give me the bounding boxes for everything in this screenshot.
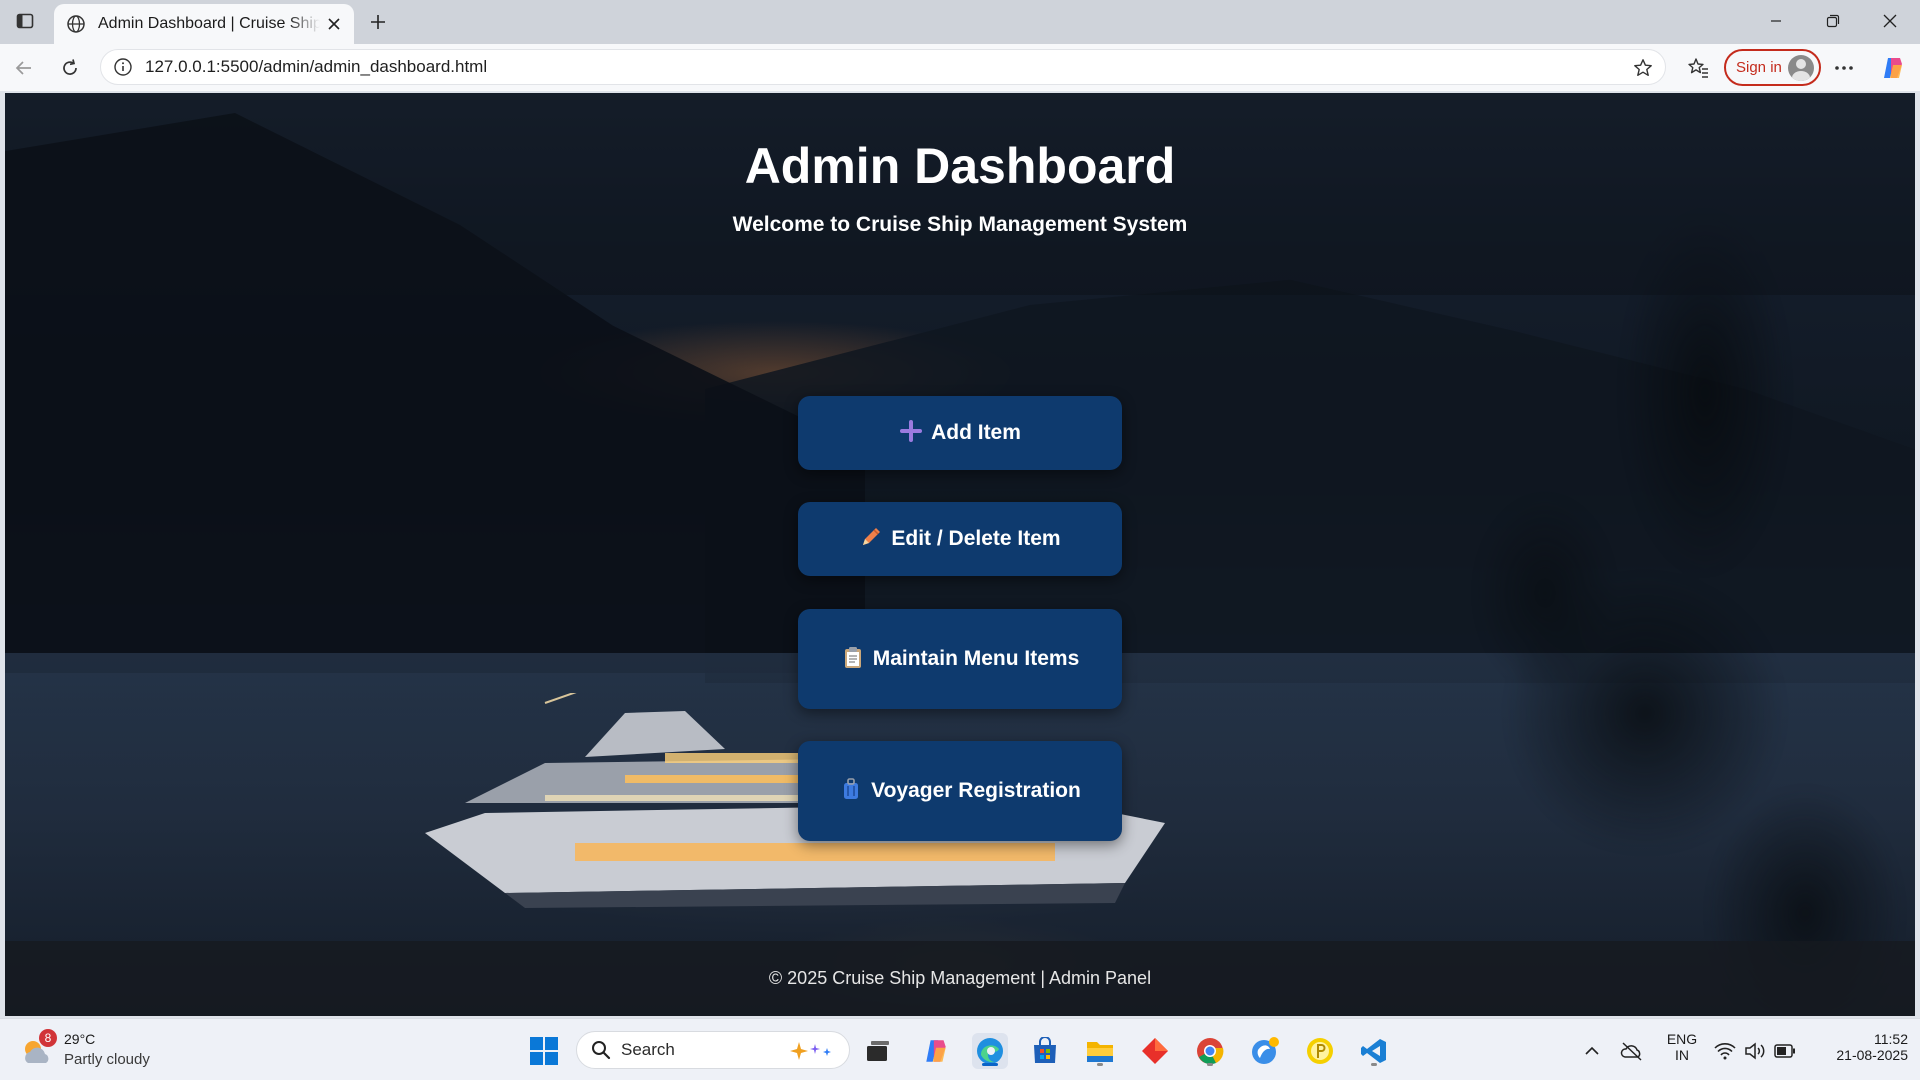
search-icon [592,1041,611,1060]
running-app-indicator [1371,1063,1377,1066]
clipboard-icon [841,645,865,669]
sign-in-button[interactable]: Sign in [1724,49,1821,86]
page-viewport: Admin Dashboard Welcome to Cruise Ship M… [5,93,1915,1016]
refresh-button[interactable] [54,52,86,84]
edit-delete-item-label: Edit / Delete Item [891,527,1061,550]
wifi-icon [1714,1043,1736,1060]
close-window-button[interactable] [1870,6,1910,36]
tab-actions-icon[interactable] [12,8,38,34]
language-indicator[interactable]: ENG IN [1660,1031,1704,1063]
running-app-indicator [1207,1063,1213,1066]
search-label: Search [621,1040,675,1059]
edit-delete-item-button[interactable]: Edit / Delete Item [798,502,1122,576]
browser-tab-bar: Admin Dashboard | Cruise Ship Management [0,0,1920,44]
windows-start-icon[interactable] [526,1033,562,1069]
p-app-icon[interactable] [1302,1033,1338,1069]
clock-date: 21-08-2025 [1836,1047,1908,1063]
site-info-icon[interactable] [113,57,133,77]
page-footer: © 2025 Cruise Ship Management | Admin Pa… [5,941,1915,1016]
running-app-indicator [1097,1063,1103,1066]
show-hidden-icons-chevron-icon[interactable] [1574,1033,1610,1069]
edge-browser-icon[interactable] [972,1033,1008,1069]
pencil-icon [859,525,883,549]
onedrive-offline-icon[interactable] [1614,1033,1650,1069]
clock-time: 11:52 [1874,1031,1908,1047]
battery-icon [1774,1044,1795,1058]
browser-tab-active[interactable]: Admin Dashboard | Cruise Ship Management [54,4,354,44]
red-diamond-app-icon[interactable] [1137,1033,1173,1069]
close-tab-icon[interactable] [324,14,344,34]
footer-text: © 2025 Cruise Ship Management | Admin Pa… [768,968,1152,988]
weather-widget[interactable]: 8 29°C Partly cloudy [20,1029,160,1073]
page-title: Admin Dashboard [744,138,1176,194]
copilot-icon[interactable] [1877,52,1909,84]
add-item-button[interactable]: Add Item [798,396,1122,470]
restore-button[interactable] [1813,6,1853,36]
vscode-icon[interactable] [1356,1033,1392,1069]
weather-temperature: 29°C [64,1031,96,1047]
taskbar-search-input[interactable]: Search [576,1031,850,1069]
weather-app-icon[interactable] [1247,1033,1283,1069]
active-app-indicator [982,1063,998,1066]
more-options-icon[interactable] [1828,52,1860,84]
file-explorer-icon[interactable] [1082,1033,1118,1069]
luggage-icon [839,777,863,801]
region-code: IN [1675,1047,1689,1063]
windows-taskbar: 8 29°C Partly cloudy Search ENG IN 11:52… [0,1018,1920,1080]
browser-toolbar: 127.0.0.1:5500/admin/admin_dashboard.htm… [0,44,1920,91]
new-tab-button[interactable] [364,8,392,36]
microsoft-store-icon[interactable] [1027,1033,1063,1069]
minimize-button[interactable] [1756,6,1796,36]
page-subtitle: Welcome to Cruise Ship Management System [732,213,1188,236]
voyager-registration-button[interactable]: Voyager Registration [798,741,1122,841]
system-status-group[interactable] [1710,1033,1800,1069]
add-item-label: Add Item [931,421,1021,444]
tab-title: Admin Dashboard | Cruise Ship Management [98,15,320,32]
volume-icon [1745,1042,1765,1060]
plus-icon [899,419,923,443]
language-code: ENG [1666,1031,1698,1047]
voyager-registration-label: Voyager Registration [871,779,1081,802]
copilot-taskbar-icon[interactable] [918,1033,954,1069]
task-view-icon[interactable] [860,1033,896,1069]
maintain-menu-items-button[interactable]: Maintain Menu Items [798,609,1122,709]
chrome-icon[interactable] [1192,1033,1228,1069]
avatar [1788,55,1814,81]
sparkle-icon [790,1042,831,1060]
clock[interactable]: 11:52 21-08-2025 [1808,1031,1908,1063]
url-text: 127.0.0.1:5500/admin/admin_dashboard.htm… [145,57,488,76]
sign-in-label: Sign in [1736,59,1782,76]
address-bar[interactable]: 127.0.0.1:5500/admin/admin_dashboard.htm… [100,49,1666,85]
favorites-icon[interactable] [1682,52,1714,84]
weather-alert-badge: 8 [39,1029,57,1047]
maintain-menu-items-label: Maintain Menu Items [872,647,1080,670]
globe-icon [66,14,86,34]
weather-description: Partly cloudy [64,1051,150,1068]
back-button[interactable] [8,52,40,84]
favorite-star-icon[interactable] [1631,56,1655,80]
